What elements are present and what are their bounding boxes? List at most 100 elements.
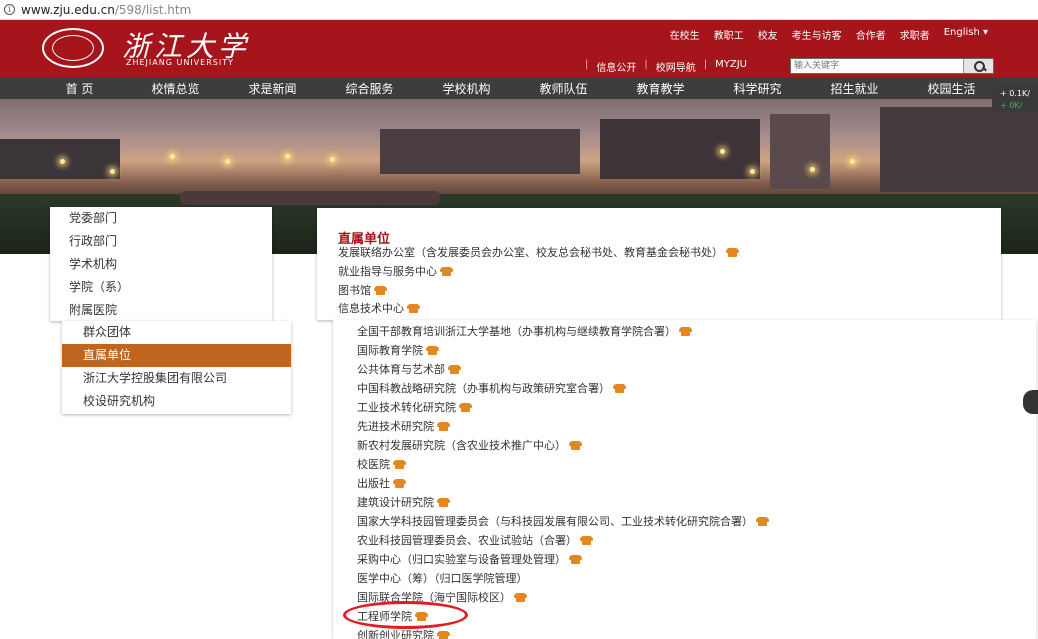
nav-item[interactable]: 首 页 — [32, 80, 127, 97]
nav-item[interactable]: 教师队伍 — [515, 80, 612, 97]
phone-icon[interactable] — [458, 402, 473, 412]
left-menu-item[interactable]: 学院（系） — [50, 276, 272, 299]
side-scroll-button[interactable] — [1023, 390, 1038, 414]
divider: | — [644, 59, 648, 70]
university-seal-icon[interactable] — [42, 28, 104, 68]
site-header: 浙江大学 ZHEJIANG UNIVERSITY 在校生 教职工 校友 考生与访… — [0, 20, 1038, 77]
left-menu-item[interactable]: 学术机构 — [50, 253, 272, 276]
divider: | — [585, 59, 589, 70]
phone-icon[interactable] — [725, 247, 740, 257]
phone-icon[interactable] — [406, 303, 421, 313]
unit-label: 农业科技园管理委员会、农业试验站（合署） — [357, 534, 577, 547]
phone-icon[interactable] — [392, 478, 407, 488]
unit-link[interactable]: 中国科教战略研究院（办事机构与政策研究室合署） — [357, 380, 627, 396]
phone-icon[interactable] — [436, 497, 451, 507]
unit-label: 先进技术研究院 — [357, 420, 434, 433]
phone-icon[interactable] — [513, 592, 528, 602]
highlight-circle-annotation — [343, 601, 468, 629]
phone-icon[interactable] — [612, 383, 627, 393]
phone-icon[interactable] — [439, 266, 454, 276]
url-host: www.zju.edu.cn — [21, 2, 115, 17]
left-menu-top: 党委部门 行政部门 学术机构 学院（系） 附属医院 — [50, 207, 272, 321]
divider: | — [703, 59, 708, 70]
unit-link[interactable]: 信息技术中心 — [338, 300, 421, 316]
phone-icon[interactable] — [436, 630, 451, 639]
top-link[interactable]: 合作者 — [856, 27, 886, 42]
url-path: /598/list.htm — [114, 2, 192, 17]
unit-link[interactable]: 新农村发展研究院（含农业技术推广中心） — [357, 437, 583, 453]
nav-item[interactable]: 教育教学 — [612, 80, 709, 97]
sub-link[interactable]: 校网导航 — [656, 59, 696, 74]
nav-item[interactable]: 校情总览 — [127, 80, 224, 97]
unit-label: 国际教育学院 — [357, 344, 423, 357]
page: i www.zju.edu.cn /598/list.htm 浙江大学 ZHEJ… — [0, 0, 1038, 639]
unit-label: 建筑设计研究院 — [357, 496, 434, 509]
unit-label: 出版社 — [357, 477, 390, 490]
unit-link[interactable]: 国家大学科技园管理委员会（与科技园发展有限公司、工业技术转化研究院合署） — [357, 513, 770, 529]
unit-link[interactable]: 全国干部教育培训浙江大学基地（办事机构与继续教育学院合署） — [357, 323, 693, 339]
unit-link[interactable]: 国际教育学院 — [357, 342, 440, 358]
unit-label: 就业指导与服务中心 — [338, 265, 437, 278]
unit-label: 发展联络办公室（含发展委员会办公室、校友总会秘书处、教育基金会秘书处） — [338, 246, 723, 259]
unit-link[interactable]: 出版社 — [357, 475, 407, 491]
sub-link[interactable]: MYZJU — [715, 59, 747, 74]
unit-link[interactable]: 建筑设计研究院 — [357, 494, 451, 510]
left-menu-item[interactable]: 附属医院 — [50, 299, 272, 322]
logo-english: ZHEJIANG UNIVERSITY — [126, 58, 234, 67]
nav-item[interactable]: 科学研究 — [709, 80, 806, 97]
left-menu-item[interactable]: 群众团体 — [62, 321, 291, 344]
unit-label: 工业技术转化研究院 — [357, 401, 456, 414]
sub-link[interactable]: 信息公开 — [596, 59, 636, 74]
phone-icon[interactable] — [755, 516, 770, 526]
top-link[interactable]: 求职者 — [900, 27, 930, 42]
floating-stats-widget[interactable]: + 0.1K/ + 0K/ — [992, 85, 1038, 113]
search-icon[interactable] — [963, 59, 993, 73]
unit-link[interactable]: 发展联络办公室（含发展委员会办公室、校友总会秘书处、教育基金会秘书处） — [338, 244, 740, 260]
unit-link[interactable]: 工业技术转化研究院 — [357, 399, 473, 415]
unit-link[interactable]: 校医院 — [357, 456, 407, 472]
phone-icon[interactable] — [568, 440, 583, 450]
unit-label: 医学中心（筹）（归口医学院管理） — [357, 572, 528, 585]
top-link[interactable]: 教职工 — [714, 27, 744, 42]
nav-item[interactable]: 求是新闻 — [224, 80, 321, 97]
phone-icon[interactable] — [392, 459, 407, 469]
top-link[interactable]: 考生与访客 — [792, 27, 842, 42]
unit-link[interactable]: 先进技术研究院 — [357, 418, 451, 434]
left-menu-item[interactable]: 浙江大学控股集团有限公司 — [62, 367, 291, 390]
nav-item[interactable]: 学校机构 — [418, 80, 515, 97]
unit-link[interactable]: 农业科技园管理委员会、农业试验站（合署） — [357, 532, 594, 548]
phone-icon[interactable] — [447, 364, 462, 374]
top-link[interactable]: 校友 — [758, 27, 778, 42]
phone-icon[interactable] — [579, 535, 594, 545]
address-bar[interactable]: i www.zju.edu.cn /598/list.htm — [0, 0, 1038, 20]
main-nav: 首 页 校情总览 求是新闻 综合服务 学校机构 教师队伍 教育教学 科学研究 招… — [0, 77, 1038, 99]
phone-icon[interactable] — [568, 554, 583, 564]
top-link[interactable]: 在校生 — [670, 27, 700, 42]
unit-label: 中国科教战略研究院（办事机构与政策研究室合署） — [357, 382, 610, 395]
unit-link[interactable]: 就业指导与服务中心 — [338, 263, 454, 279]
nav-item[interactable]: 招生就业 — [806, 80, 903, 97]
unit-label: 信息技术中心 — [338, 302, 404, 315]
left-menu-item[interactable]: 行政部门 — [50, 230, 272, 253]
unit-link[interactable]: 采购中心（归口实验室与设备管理处管理） — [357, 551, 583, 567]
unit-link[interactable]: 医学中心（筹）（归口医学院管理） — [357, 570, 528, 586]
info-icon[interactable]: i — [4, 4, 15, 15]
unit-label: 图书馆 — [338, 284, 371, 297]
search-input[interactable] — [791, 59, 963, 73]
phone-icon[interactable] — [436, 421, 451, 431]
unit-label: 公共体育与艺术部 — [357, 363, 445, 376]
stat-line: + 0.1K/ — [1000, 89, 1030, 98]
phone-icon[interactable] — [373, 285, 388, 295]
left-menu-item[interactable]: 党委部门 — [50, 207, 272, 230]
phone-icon[interactable] — [678, 326, 693, 336]
unit-link[interactable]: 图书馆 — [338, 282, 388, 298]
sub-links: | 信息公开 | 校网导航 | MYZJU — [585, 59, 747, 74]
nav-item[interactable]: 校园生活 — [903, 80, 1000, 97]
stat-line: + 0K/ — [1000, 101, 1023, 110]
left-menu-item[interactable]: 校设研究机构 — [62, 390, 291, 413]
unit-link[interactable]: 公共体育与艺术部 — [357, 361, 462, 377]
nav-item[interactable]: 综合服务 — [321, 80, 418, 97]
left-menu-item-active[interactable]: 直属单位 — [62, 344, 291, 367]
phone-icon[interactable] — [425, 345, 440, 355]
language-dropdown[interactable]: English ▾ — [944, 27, 988, 42]
